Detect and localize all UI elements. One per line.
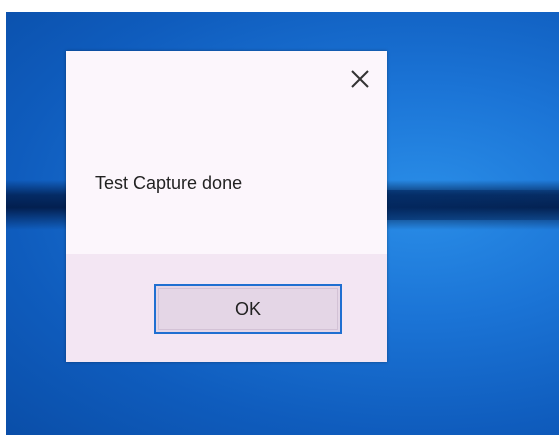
dialog-message: Test Capture done <box>95 173 243 193</box>
ok-button[interactable]: OK <box>154 284 342 334</box>
desktop-highlight-band <box>379 190 559 220</box>
close-button[interactable] <box>347 66 373 92</box>
ok-button-label: OK <box>234 298 261 319</box>
message-dialog: Test Capture done OK <box>66 51 387 362</box>
dialog-content-area: Test Capture done <box>66 51 387 254</box>
dialog-button-bar: OK <box>66 254 387 362</box>
close-icon <box>351 70 369 88</box>
